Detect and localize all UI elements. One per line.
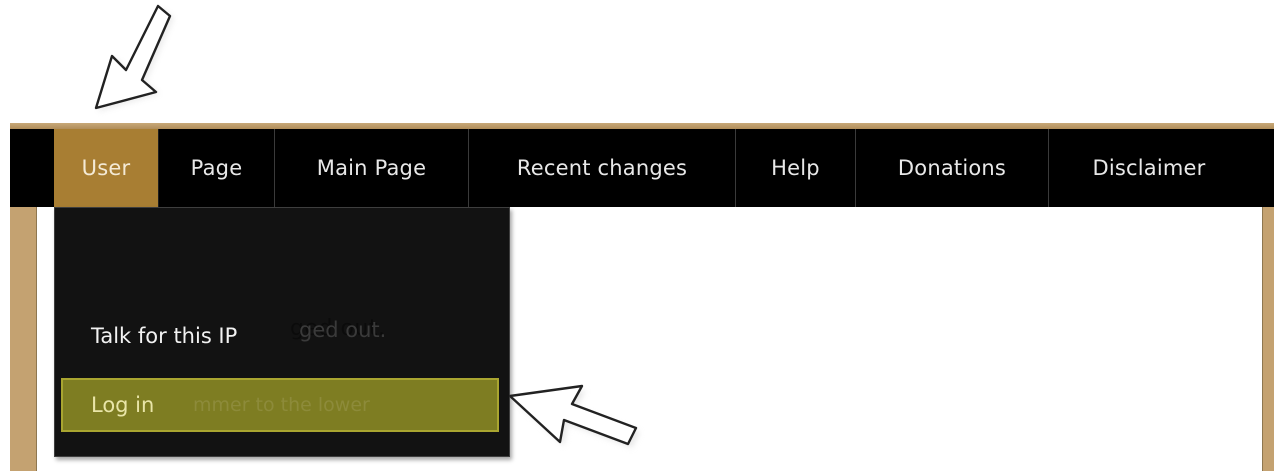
content-text-behind-menu: ged out. <box>299 318 387 342</box>
menu-item-talk-for-this-ip[interactable]: Talk for this IP <box>91 324 237 348</box>
nav-tab-page[interactable]: Page <box>159 129 275 207</box>
menu-item-log-in[interactable]: mmer to the lower Log in <box>61 378 499 432</box>
annotation-arrow-icon <box>94 4 174 112</box>
nav-tab-user[interactable]: User <box>54 129 159 207</box>
nav-left-padding <box>10 129 54 207</box>
nav-tab-help[interactable]: Help <box>736 129 856 207</box>
top-navigation-bar: User Page Main Page Recent changes Help … <box>10 129 1274 207</box>
nav-tab-main-page[interactable]: Main Page <box>275 129 469 207</box>
nav-tab-donations[interactable]: Donations <box>856 129 1049 207</box>
user-dropdown-menu: ged out. Talk for this IP mmer to the lo… <box>54 207 510 457</box>
nav-tab-disclaimer[interactable]: Disclaimer <box>1049 129 1249 207</box>
menu-item-log-in-label: Log in <box>91 393 155 417</box>
page-frame-left <box>10 207 37 471</box>
page-frame-right <box>1262 207 1274 471</box>
content-text-behind-menu: mmer to the lower <box>193 394 370 416</box>
nav-tab-recent-changes[interactable]: Recent changes <box>469 129 736 207</box>
screenshot-stage: ged out. mmer to the lower User Page Mai… <box>0 0 1274 471</box>
